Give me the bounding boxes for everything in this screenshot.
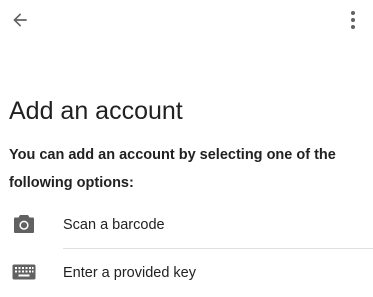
scan-barcode-option[interactable]: Scan a barcode: [0, 201, 373, 249]
back-button[interactable]: [6, 6, 34, 34]
keyboard-icon: [12, 260, 36, 284]
page-description: You can add an account by selecting one …: [9, 147, 336, 191]
account-options-list: Scan a barcode Enter a provided key: [0, 201, 373, 297]
camera-icon: [12, 212, 36, 236]
more-options-button[interactable]: [341, 6, 365, 34]
more-vert-icon: [351, 11, 355, 29]
enter-key-option[interactable]: Enter a provided key: [0, 249, 373, 297]
app-bar: [0, 0, 373, 40]
scan-barcode-label: Scan a barcode: [63, 217, 165, 233]
enter-key-label: Enter a provided key: [63, 265, 196, 281]
arrow-back-icon: [13, 13, 27, 27]
page-title: Add an account: [9, 97, 183, 125]
